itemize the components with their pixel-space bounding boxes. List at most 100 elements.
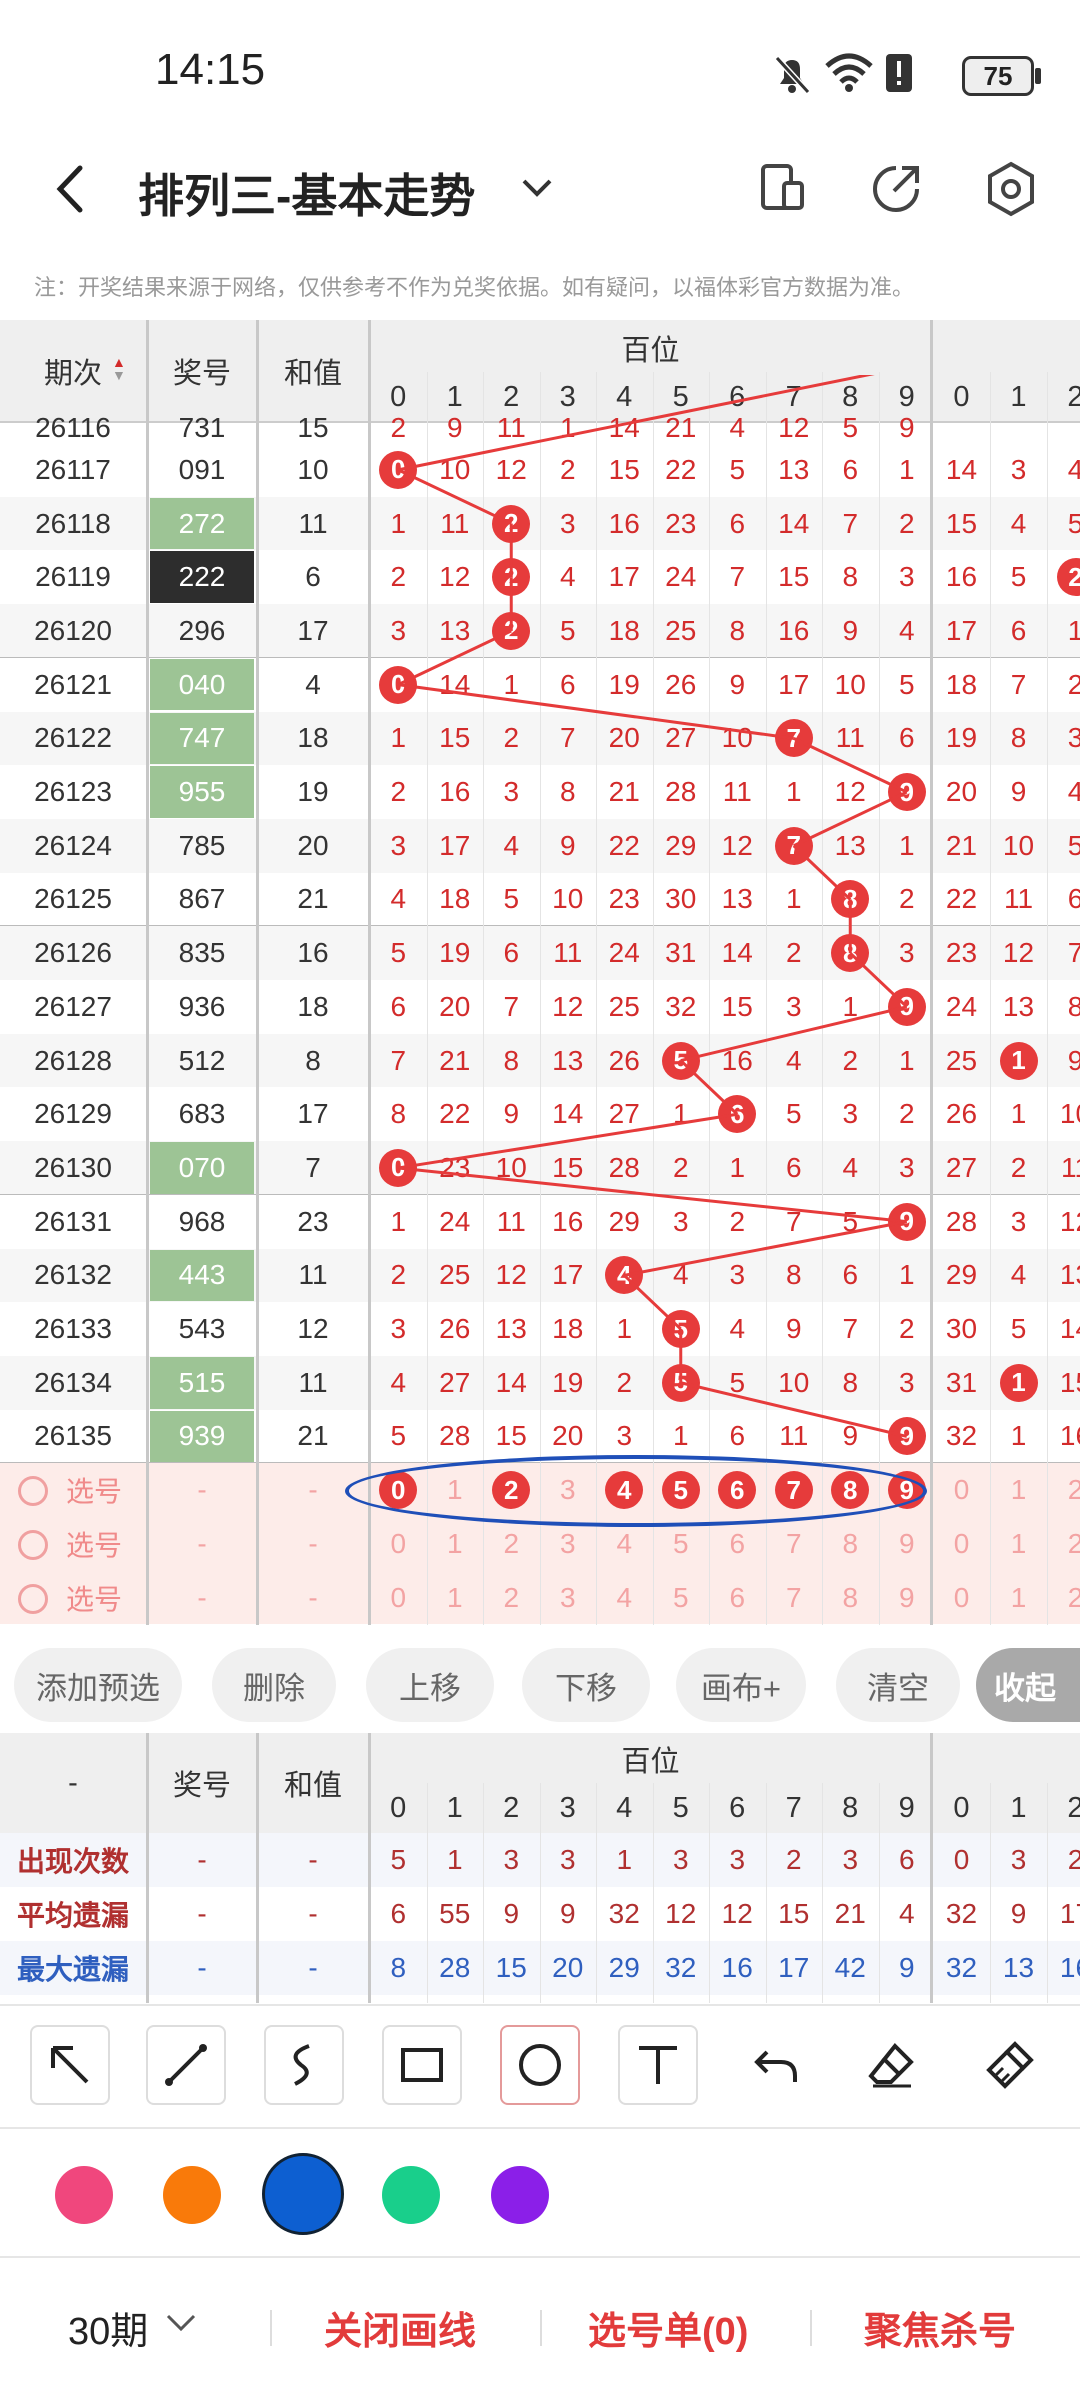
- undo-icon[interactable]: [736, 2025, 816, 2105]
- tens-miss-count: 2: [1067, 668, 1080, 700]
- miss-count: 3: [672, 1205, 689, 1237]
- pick-tens-digit[interactable]: 2: [1047, 1571, 1080, 1625]
- sort-icon[interactable]: ▲ ▼: [112, 355, 126, 382]
- pick-tens-digit[interactable]: 0: [933, 1571, 990, 1625]
- pick-tens-digit[interactable]: 2: [1047, 1463, 1080, 1517]
- tens-miss-count: 4: [1067, 453, 1080, 485]
- pick-radio[interactable]: [18, 1583, 48, 1614]
- column-separator: [146, 320, 149, 1625]
- drawn-ellipse-annotation[interactable]: [345, 1455, 927, 1527]
- pick-digit[interactable]: 1: [427, 1571, 484, 1625]
- color-swatch-green[interactable]: [382, 2166, 440, 2224]
- pick-digit[interactable]: 9: [879, 1517, 936, 1571]
- pick-tens-digit[interactable]: 0: [933, 1463, 990, 1517]
- miss-count: 25: [608, 990, 640, 1022]
- close-lines-button[interactable]: 关闭画线: [324, 2300, 476, 2355]
- circle-tool-icon[interactable]: [500, 2025, 580, 2105]
- hit-digit-ball: 5: [661, 1041, 700, 1080]
- color-swatch-orange[interactable]: [163, 2166, 221, 2224]
- line-tool-icon[interactable]: [146, 2025, 226, 2105]
- miss-count: 3: [898, 1151, 915, 1183]
- eraser-icon[interactable]: [852, 2025, 932, 2105]
- focus-kill-button[interactable]: 聚焦杀号: [864, 2300, 1016, 2355]
- color-swatch-purple[interactable]: [491, 2166, 549, 2224]
- column-separator: [146, 1733, 149, 2003]
- pick-row-label[interactable]: 选号: [54, 1571, 134, 1625]
- layout-icon[interactable]: [760, 163, 806, 213]
- delete-button[interactable]: 删除: [212, 1648, 336, 1722]
- pick-digit[interactable]: 1: [427, 1517, 484, 1571]
- stats-digit-header: 7: [785, 1791, 802, 1824]
- pick-row-label[interactable]: 选号: [54, 1463, 134, 1517]
- pick-digit[interactable]: 3: [540, 1571, 597, 1625]
- sum-cell: 7: [305, 1151, 321, 1183]
- pick-tens-digit[interactable]: 1: [990, 1463, 1047, 1517]
- page-title[interactable]: 排列三-基本走势: [138, 160, 475, 226]
- period-cell: 26130: [34, 1151, 112, 1183]
- pick-tens-digit[interactable]: 1: [990, 1517, 1047, 1571]
- miss-count: 23: [665, 507, 697, 539]
- brush-clear-icon[interactable]: [970, 2025, 1050, 2105]
- stats-row-label: 最大遗漏: [16, 1954, 129, 1985]
- rectangle-tool-icon[interactable]: [382, 2025, 462, 2105]
- color-swatch-blue-selected[interactable]: [262, 2153, 344, 2235]
- period-cell: 26132: [34, 1259, 112, 1291]
- pick-digit[interactable]: 8: [822, 1571, 879, 1625]
- pick-tens-digit[interactable]: 2: [1047, 1517, 1080, 1571]
- pick-digit[interactable]: 8: [822, 1517, 879, 1571]
- pick-tens-digit[interactable]: 0: [933, 1517, 990, 1571]
- group-header-hundreds: 百位: [621, 335, 680, 367]
- share-icon[interactable]: [870, 163, 922, 215]
- pick-radio[interactable]: [18, 1530, 48, 1560]
- pick-digit[interactable]: 7: [766, 1517, 823, 1571]
- prize-number-cell: 968: [178, 1205, 226, 1237]
- miss-count: 20: [608, 722, 640, 754]
- pick-digit[interactable]: 5: [653, 1571, 710, 1625]
- prize-number-cell: 272: [150, 497, 254, 550]
- miss-count: 12: [439, 561, 471, 593]
- miss-count: 4: [672, 1259, 689, 1291]
- stats-value: 12: [665, 1898, 697, 1929]
- collapse-button[interactable]: 收起: [976, 1648, 1080, 1722]
- pick-digit[interactable]: 7: [766, 1571, 823, 1625]
- title-dropdown-icon[interactable]: [520, 176, 554, 200]
- miss-count: 7: [842, 1313, 859, 1345]
- hit-digit-ball: 9: [887, 1417, 926, 1456]
- divider: [0, 2127, 1080, 2129]
- digit-grid-line: [596, 1783, 597, 2003]
- sum-cell: 11: [298, 1259, 328, 1291]
- pick-digit[interactable]: 9: [879, 1571, 936, 1625]
- stats-value: 15: [495, 1952, 527, 1983]
- tens-miss-count: 12: [1059, 1205, 1080, 1237]
- stats-prize: -: [197, 1844, 207, 1875]
- miss-count: 26: [608, 1044, 640, 1076]
- chevron-down-icon[interactable]: [165, 2312, 197, 2334]
- pick-digit[interactable]: 6: [709, 1571, 766, 1625]
- pick-digit[interactable]: 0: [370, 1517, 427, 1571]
- curve-tool-icon[interactable]: [264, 2025, 344, 2105]
- arrow-tool-icon[interactable]: [30, 2025, 110, 2105]
- clear-button[interactable]: 清空: [836, 1648, 960, 1722]
- prize-number-cell: 091: [178, 453, 226, 485]
- pick-digit[interactable]: 0: [370, 1571, 427, 1625]
- pick-tens-digit[interactable]: 1: [990, 1571, 1047, 1625]
- add-preselect-button[interactable]: 添加预选: [14, 1648, 182, 1722]
- stats-row-label: 出现次数: [16, 1846, 129, 1877]
- pick-row-label[interactable]: 选号: [54, 1517, 134, 1571]
- move-down-button[interactable]: 下移: [522, 1648, 650, 1722]
- digit-grid-line: [822, 372, 823, 1625]
- settings-hex-icon[interactable]: [986, 161, 1036, 217]
- pick-list-button[interactable]: 选号单(0): [588, 2300, 748, 2355]
- hit-digit-ball: 9: [887, 773, 926, 812]
- pick-digit[interactable]: 4: [596, 1571, 653, 1625]
- move-up-button[interactable]: 上移: [366, 1648, 494, 1722]
- digit-grid-line: [539, 372, 541, 1625]
- canvas-add-button[interactable]: 画布+: [676, 1648, 806, 1722]
- pick-digit[interactable]: 2: [483, 1571, 540, 1625]
- period-select[interactable]: 30期: [68, 2300, 148, 2355]
- text-tool-icon[interactable]: [618, 2025, 698, 2105]
- miss-count: 2: [898, 1313, 915, 1345]
- color-swatch-pink[interactable]: [55, 2166, 113, 2224]
- back-icon[interactable]: [52, 164, 88, 214]
- pick-digit[interactable]: 2: [483, 1517, 540, 1571]
